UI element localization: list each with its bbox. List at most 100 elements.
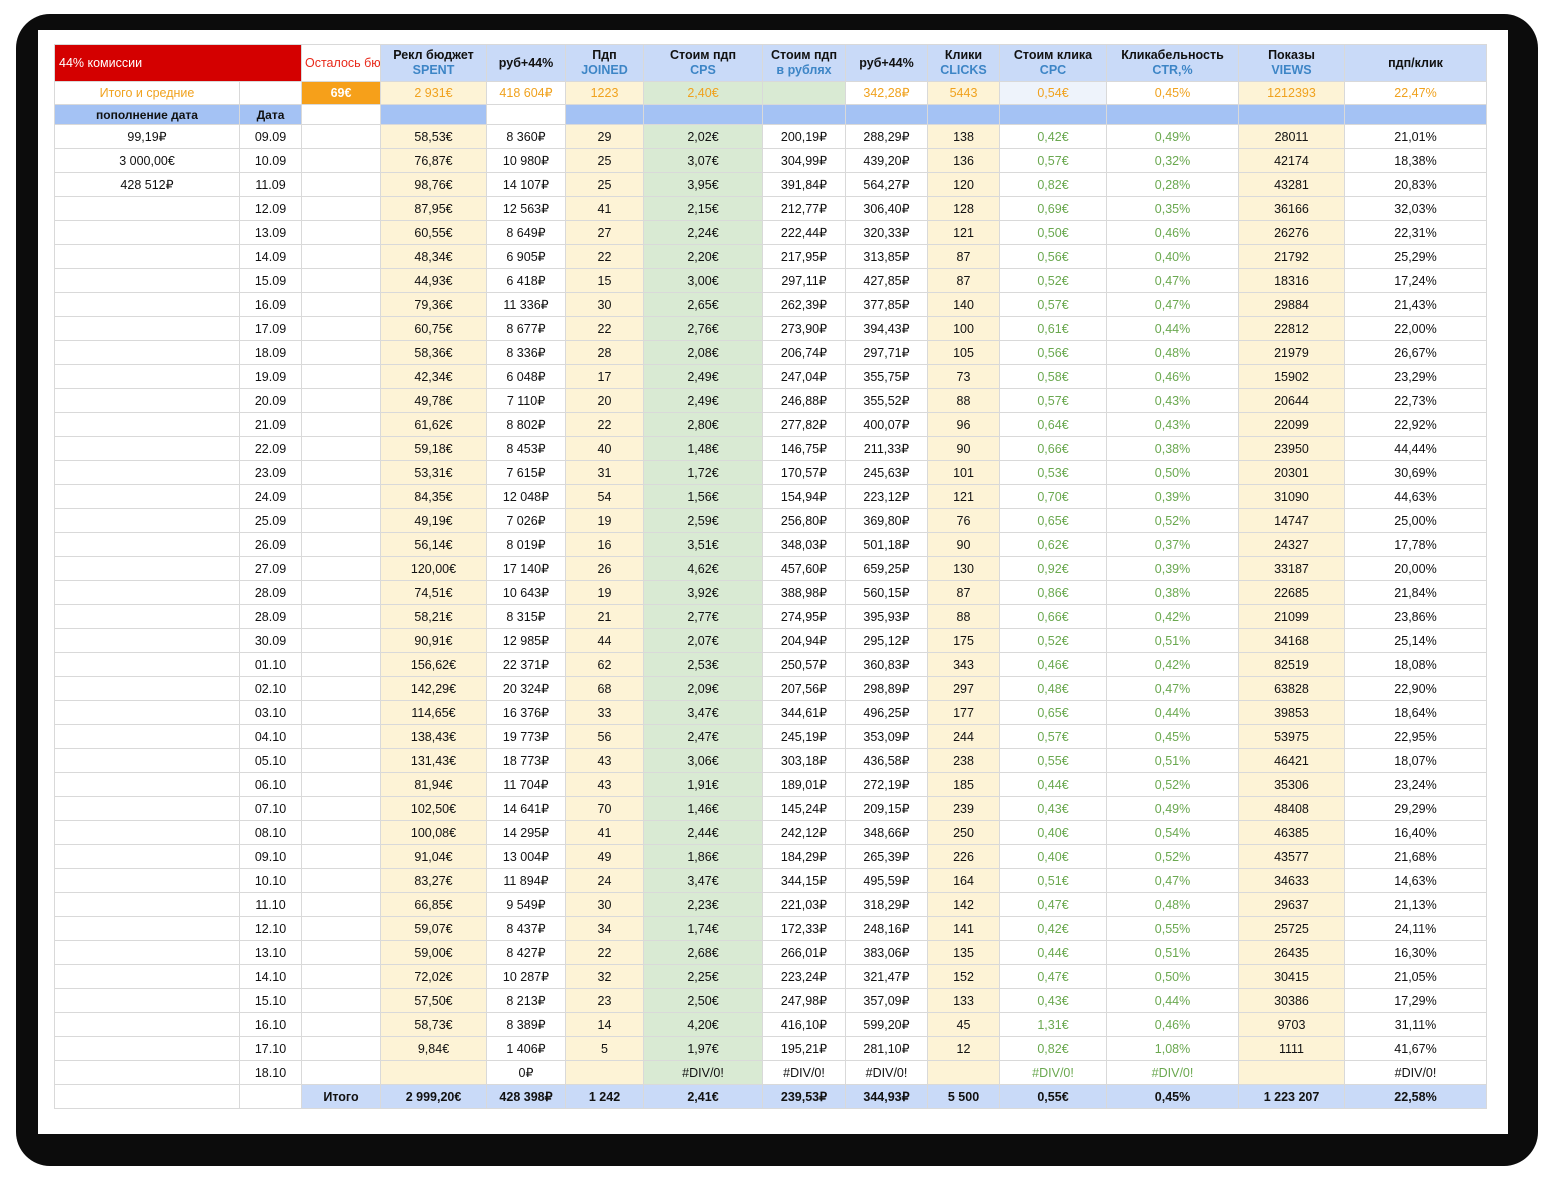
cps-rub-cell[interactable]: 145,24₽ (762, 796, 846, 821)
footer-cpc[interactable]: 0,55€ (999, 1084, 1107, 1109)
topup-cell[interactable] (54, 652, 240, 677)
rub44-cell[interactable]: 7 110₽ (486, 388, 566, 413)
rub44-cell[interactable]: 8 315₽ (486, 604, 566, 629)
rub44-cell[interactable]: 6 418₽ (486, 268, 566, 293)
joined-cell[interactable]: 30 (565, 292, 644, 317)
cps-cell[interactable]: 3,51€ (643, 532, 763, 557)
ctr-cell[interactable]: 0,42% (1106, 604, 1239, 629)
footer-empty[interactable] (239, 1084, 302, 1109)
per-click-cell[interactable]: 21,05% (1344, 964, 1487, 989)
topup-cell[interactable] (54, 364, 240, 389)
spent-cell[interactable]: 84,35€ (380, 484, 487, 509)
cps-cell[interactable]: 4,20€ (643, 1012, 763, 1037)
rub44b-cell[interactable]: 439,20₽ (845, 148, 928, 173)
cps-rub-cell[interactable]: 262,39₽ (762, 292, 846, 317)
subheader-cell[interactable] (643, 104, 763, 125)
cps-cell[interactable]: 2,44€ (643, 820, 763, 845)
ctr-cell[interactable]: 0,47% (1106, 268, 1239, 293)
joined-cell[interactable]: 62 (565, 652, 644, 677)
remain-cell[interactable] (301, 148, 381, 173)
joined-cell[interactable]: 30 (565, 892, 644, 917)
joined-cell[interactable]: 24 (565, 868, 644, 893)
remain-cell[interactable] (301, 196, 381, 221)
ctr-cell[interactable]: 0,44% (1106, 700, 1239, 725)
cps-rub-cell[interactable]: 274,95₽ (762, 604, 846, 629)
clicks-cell[interactable]: 142 (927, 892, 1000, 917)
rub44b-cell[interactable]: 383,06₽ (845, 940, 928, 965)
cps-cell[interactable]: 2,47€ (643, 724, 763, 749)
remain-cell[interactable] (301, 820, 381, 845)
ctr-cell[interactable]: 0,47% (1106, 292, 1239, 317)
clicks-cell[interactable] (927, 1060, 1000, 1085)
cps-cell[interactable]: 1,91€ (643, 772, 763, 797)
topup-cell[interactable] (54, 556, 240, 581)
topup-cell[interactable] (54, 196, 240, 221)
cpc-cell[interactable]: 0,65€ (999, 508, 1107, 533)
remain-cell[interactable] (301, 1060, 381, 1085)
cps-cell[interactable]: 1,97€ (643, 1036, 763, 1061)
rub44-cell[interactable]: 8 649₽ (486, 220, 566, 245)
per-click-cell[interactable]: 18,38% (1344, 148, 1487, 173)
joined-cell[interactable]: 70 (565, 796, 644, 821)
topup-cell[interactable] (54, 532, 240, 557)
remain-cell[interactable] (301, 916, 381, 941)
topup-cell[interactable] (54, 484, 240, 509)
joined-header[interactable]: Пдп JOINED (565, 44, 644, 82)
date-cell[interactable]: 14.09 (239, 244, 302, 269)
joined-cell[interactable]: 41 (565, 196, 644, 221)
spent-header[interactable]: Рекл бюджет SPENT (380, 44, 487, 82)
joined-cell[interactable]: 40 (565, 436, 644, 461)
spent-cell[interactable]: 49,78€ (380, 388, 487, 413)
remain-cell[interactable] (301, 604, 381, 629)
cpc-cell[interactable]: 0,82€ (999, 1036, 1107, 1061)
cpc-cell[interactable]: 0,65€ (999, 700, 1107, 725)
remain-cell[interactable] (301, 700, 381, 725)
spent-cell[interactable]: 72,02€ (380, 964, 487, 989)
date-cell[interactable]: 18.09 (239, 340, 302, 365)
ctr-cell[interactable]: 0,37% (1106, 532, 1239, 557)
date-cell[interactable]: 17.09 (239, 316, 302, 341)
ctr-cell[interactable]: 0,51% (1106, 748, 1239, 773)
views-cell[interactable]: 42174 (1238, 148, 1345, 173)
subheader-cell[interactable] (927, 104, 1000, 125)
topup-cell[interactable]: 99,19₽ (54, 124, 240, 149)
topup-cell[interactable] (54, 460, 240, 485)
views-cell[interactable]: 36166 (1238, 196, 1345, 221)
ctr-cell[interactable]: 0,39% (1106, 556, 1239, 581)
joined-cell[interactable]: 54 (565, 484, 644, 509)
clicks-cell[interactable]: 100 (927, 316, 1000, 341)
spent-cell[interactable]: 76,87€ (380, 148, 487, 173)
ctr-cell[interactable]: 0,38% (1106, 436, 1239, 461)
views-cell[interactable]: 26435 (1238, 940, 1345, 965)
remain-cell[interactable] (301, 844, 381, 869)
rub44b-cell[interactable]: 281,10₽ (845, 1036, 928, 1061)
topup-cell[interactable] (54, 796, 240, 821)
remain-cell[interactable] (301, 796, 381, 821)
cps-rub-cell[interactable]: 273,90₽ (762, 316, 846, 341)
date-cell[interactable]: 27.09 (239, 556, 302, 581)
cps-rub-cell[interactable]: 184,29₽ (762, 844, 846, 869)
cps-cell[interactable]: 1,72€ (643, 460, 763, 485)
rub44-cell[interactable]: 8 213₽ (486, 988, 566, 1013)
date-cell[interactable]: 05.10 (239, 748, 302, 773)
per-click-cell[interactable]: 17,29% (1344, 988, 1487, 1013)
cps-cell[interactable]: #DIV/0! (643, 1060, 763, 1085)
cps-rub-cell[interactable]: 266,01₽ (762, 940, 846, 965)
footer-clicks[interactable]: 5 500 (927, 1084, 1000, 1109)
remain-cell[interactable] (301, 316, 381, 341)
totals-cpc[interactable]: 0,54€ (999, 81, 1107, 105)
spent-cell[interactable]: 60,55€ (380, 220, 487, 245)
clicks-cell[interactable]: 96 (927, 412, 1000, 437)
per-click-cell[interactable]: 21,01% (1344, 124, 1487, 149)
rub44-cell[interactable]: 9 549₽ (486, 892, 566, 917)
cpc-header[interactable]: Стоим клика CPC (999, 44, 1107, 82)
cps-cell[interactable]: 2,08€ (643, 340, 763, 365)
cps-cell[interactable]: 2,49€ (643, 364, 763, 389)
cps-cell[interactable]: 4,62€ (643, 556, 763, 581)
per-click-cell[interactable]: 25,29% (1344, 244, 1487, 269)
rub44-cell[interactable]: 1 406₽ (486, 1036, 566, 1061)
cpc-cell[interactable]: 0,64€ (999, 412, 1107, 437)
ctr-cell[interactable]: 0,55% (1106, 916, 1239, 941)
clicks-cell[interactable]: 12 (927, 1036, 1000, 1061)
rub44b-cell[interactable]: 288,29₽ (845, 124, 928, 149)
